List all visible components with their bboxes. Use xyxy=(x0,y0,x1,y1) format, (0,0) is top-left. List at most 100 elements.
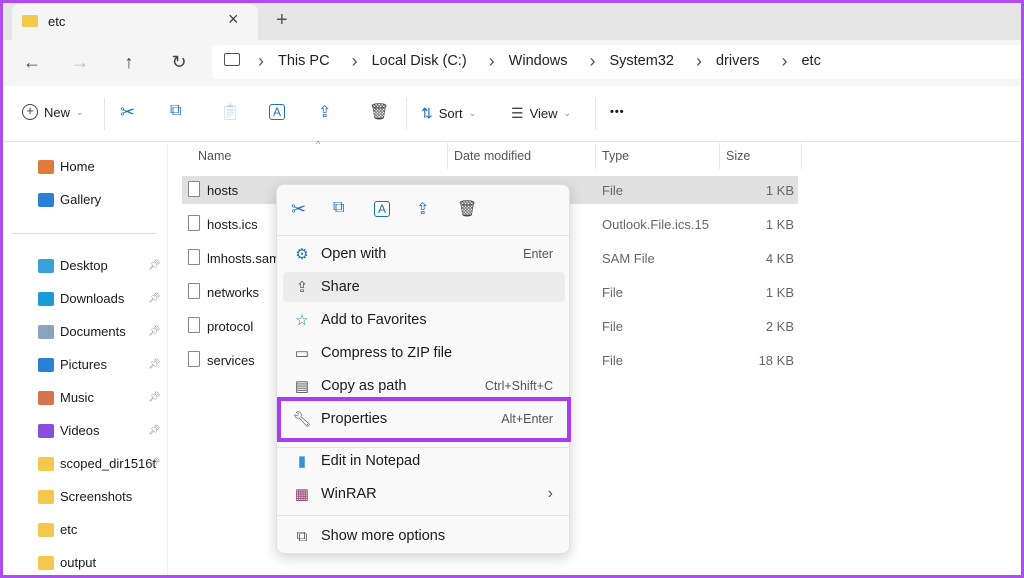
column-name[interactable]: Name xyxy=(198,149,231,163)
address-bar[interactable]: › This PC › Local Disk (C:) › Windows › System3… xyxy=(212,45,1024,79)
breadcrumb-item[interactable]: etc xyxy=(801,53,820,69)
sidebar-item[interactable]: output xyxy=(38,555,96,570)
breadcrumb-chevron-icon[interactable]: › xyxy=(696,52,702,70)
sidebar-item[interactable]: Desktop xyxy=(38,258,108,273)
sidebar-item[interactable]: Videos xyxy=(38,423,100,438)
file-icon xyxy=(188,351,200,367)
menu-item-winrar[interactable]: ▦ WinRAR › xyxy=(283,479,565,509)
paste-icon[interactable]: 📋︎ xyxy=(220,102,240,122)
share-icon[interactable]: ⇪ xyxy=(416,199,429,219)
sidebar-item[interactable]: scoped_dir1516t xyxy=(38,456,156,471)
new-button[interactable]: + New ⌄ xyxy=(22,104,84,120)
pin-icon[interactable]: 📌︎ xyxy=(148,425,161,436)
properties-highlight-box xyxy=(277,397,571,442)
rename-icon[interactable]: A xyxy=(374,201,391,217)
sort-button[interactable]: ⇅ Sort ⌄ xyxy=(421,105,476,122)
pin-icon[interactable]: 📌︎ xyxy=(148,260,161,271)
menu-item-show-more-options[interactable]: ⧉ Show more options xyxy=(283,521,565,551)
breadcrumb-item[interactable]: Local Disk (C:) xyxy=(372,53,467,69)
tab-etc[interactable]: etc × xyxy=(12,4,258,40)
menu-item-label: Edit in Notepad xyxy=(321,453,421,469)
breadcrumb-chevron-icon[interactable]: › xyxy=(781,52,787,70)
notepad-icon: ▮ xyxy=(297,453,307,470)
column-size[interactable]: Size xyxy=(726,149,750,163)
up-button[interactable]: ↑ xyxy=(117,50,141,74)
refresh-button[interactable]: ↻ xyxy=(167,50,191,74)
breadcrumb-item[interactable]: System32 xyxy=(609,53,673,69)
file-size: 1 KB xyxy=(765,217,794,232)
sidebar-item[interactable]: Downloads xyxy=(38,291,124,306)
file-type: File xyxy=(602,319,623,334)
breadcrumb-item[interactable]: This PC xyxy=(278,53,330,69)
delete-icon[interactable]: 🗑︎ xyxy=(457,199,477,219)
menu-item-share[interactable]: ⇪ Share xyxy=(283,272,565,302)
menu-shortcut: Ctrl+Shift+C xyxy=(484,379,553,393)
file-type: File xyxy=(602,353,623,368)
sidebar-item[interactable]: Music xyxy=(38,390,94,405)
pin-icon[interactable]: 📌︎ xyxy=(148,392,161,403)
rename-icon[interactable]: A xyxy=(269,104,286,120)
breadcrumb-chevron-icon[interactable]: › xyxy=(489,52,495,70)
sidebar-item[interactable]: Gallery xyxy=(38,192,101,207)
share-icon[interactable]: ⇪ xyxy=(318,102,331,122)
menu-item-compress-to-zip-file[interactable]: ▭ Compress to ZIP file xyxy=(283,338,565,368)
sidebar-item-label: Gallery xyxy=(60,192,102,207)
menu-item-open-with[interactable]: ⚙ Open with Enter xyxy=(283,239,565,269)
menu-item-add-to-favorites[interactable]: ☆ Add to Favorites xyxy=(283,305,565,335)
column-date-modified[interactable]: Date modified xyxy=(454,149,531,163)
pin-icon[interactable]: 📌︎ xyxy=(148,326,161,337)
sidebar-item[interactable]: Pictures xyxy=(38,357,107,372)
file-type: File xyxy=(602,183,623,198)
pin-icon[interactable]: 📌︎ xyxy=(148,359,161,370)
menu-item-label: Open with xyxy=(321,246,387,262)
sidebar-icon xyxy=(38,291,54,306)
breadcrumb-chevron-icon[interactable]: › xyxy=(352,52,358,70)
copy-icon[interactable]: ⧉ xyxy=(170,102,181,120)
more-button[interactable]: ••• xyxy=(610,106,625,118)
menu-item-edit-in-notepad[interactable]: ▮ Edit in Notepad xyxy=(283,446,565,476)
breadcrumb-item[interactable]: drivers xyxy=(716,53,760,69)
breadcrumb-chevron-icon[interactable]: › xyxy=(589,52,595,70)
sidebar-item[interactable]: Home xyxy=(38,159,95,174)
sidebar-item-label: Pictures xyxy=(60,357,107,372)
file-type: SAM File xyxy=(602,251,655,266)
cut-icon[interactable]: ✂ xyxy=(291,199,306,220)
menu-shortcut: Enter xyxy=(523,247,553,261)
sidebar-icon xyxy=(38,159,54,174)
sidebar-item-label: Home xyxy=(60,159,95,174)
sidebar-icon xyxy=(38,423,54,438)
sidebar-icon xyxy=(38,522,54,537)
breadcrumb-chevron-icon[interactable]: › xyxy=(258,52,264,70)
menu-item-label: Copy as path xyxy=(321,378,407,394)
back-button[interactable]: ← xyxy=(20,50,44,74)
pin-icon[interactable]: 📌︎ xyxy=(148,293,161,304)
file-name: protocol xyxy=(207,319,254,334)
file-type: File xyxy=(602,285,623,300)
context-menu: ✂ ⧉ A ⇪ 🗑︎ ⚙ Open with Enter ⇪ Share ☆ Add to … xyxy=(276,184,571,554)
sidebar-icon xyxy=(38,489,54,504)
menu-item-label: Compress to ZIP file xyxy=(321,345,453,361)
new-tab-button[interactable]: + xyxy=(276,9,288,32)
view-button[interactable]: ☰ View ⌄ xyxy=(511,105,571,122)
delete-icon[interactable]: 🗑︎ xyxy=(369,102,389,122)
sidebar-item[interactable]: etc xyxy=(38,522,77,537)
cut-icon[interactable]: ✂ xyxy=(120,102,135,123)
sidebar-item-label: etc xyxy=(60,522,78,537)
copy-icon[interactable]: ⧉ xyxy=(333,199,344,217)
sidebar-item[interactable]: Documents xyxy=(38,324,126,339)
sidebar-item-label: Desktop xyxy=(60,258,108,273)
sidebar-item[interactable]: Screenshots xyxy=(38,489,132,504)
sidebar-divider xyxy=(12,233,156,234)
pin-icon[interactable]: 📌︎ xyxy=(148,458,161,469)
column-type[interactable]: Type xyxy=(602,149,629,163)
copy-path-icon: ▤ xyxy=(294,378,310,395)
sidebar-icon xyxy=(38,555,54,570)
forward-button[interactable]: → xyxy=(68,50,92,74)
star-icon: ☆ xyxy=(295,312,309,329)
close-tab-button[interactable]: × xyxy=(228,9,239,30)
sidebar-item-label: output xyxy=(60,555,97,570)
computer-icon xyxy=(224,53,240,66)
breadcrumb-item[interactable]: Windows xyxy=(509,53,568,69)
sidebar-icon xyxy=(38,324,54,339)
sidebar-icon xyxy=(38,258,54,273)
